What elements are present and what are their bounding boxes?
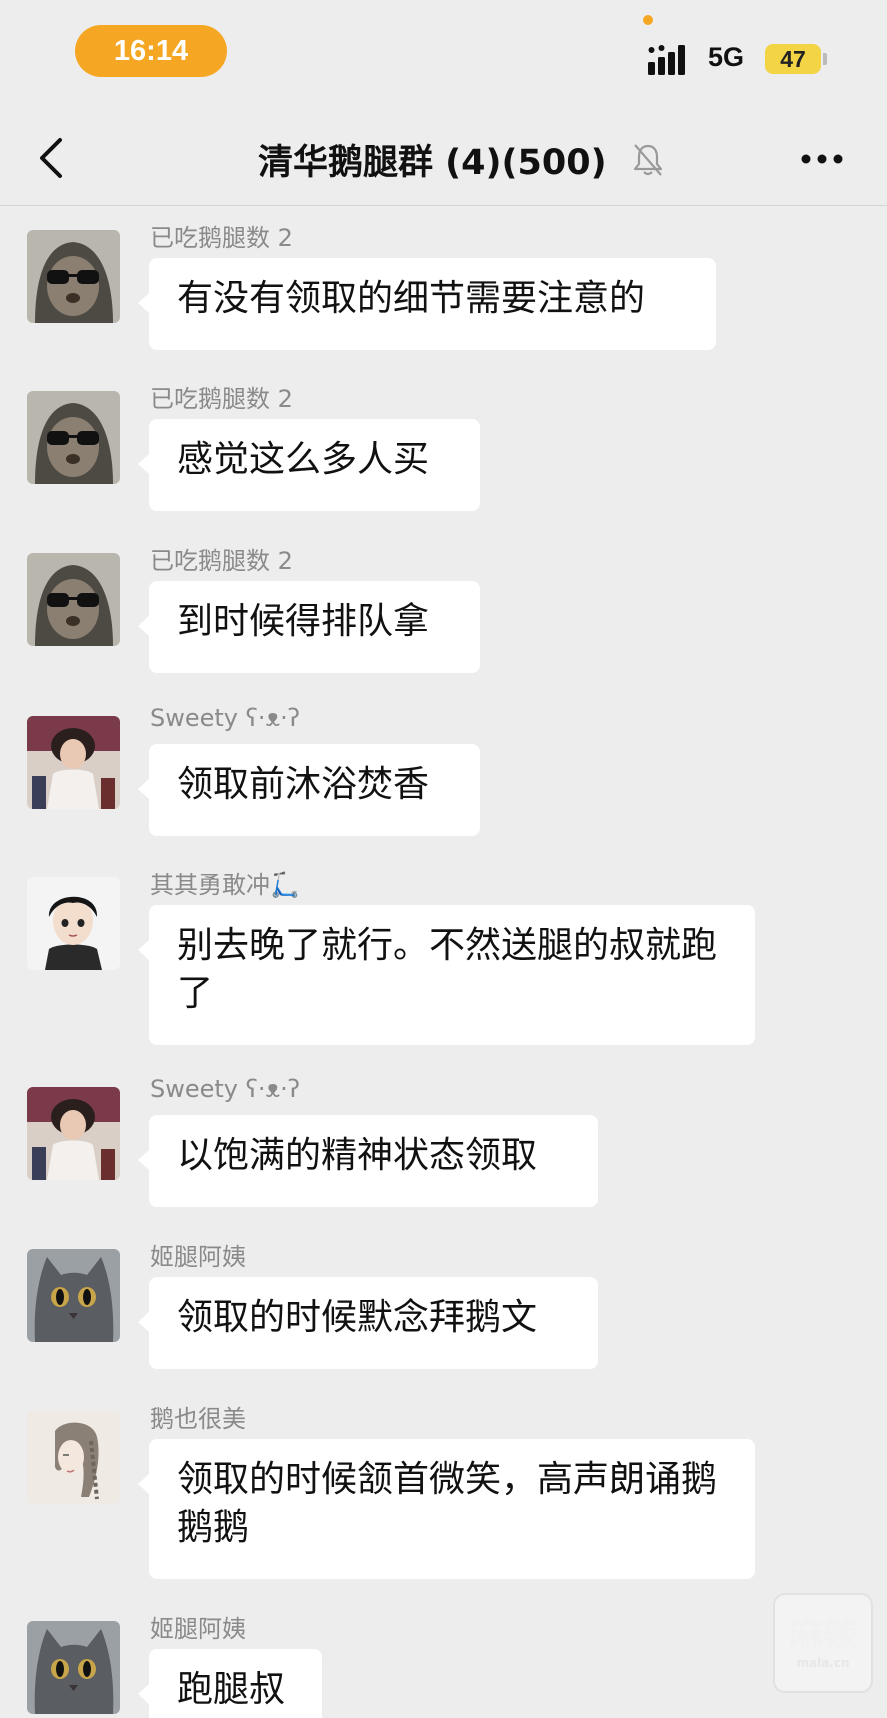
sender-name: 其其勇敢冲🛴 (150, 871, 300, 899)
message-bubble[interactable]: 感觉这么多人买 (138, 419, 480, 511)
watermark-text: 麻辣 (789, 1616, 857, 1656)
status-bar: 16:14 5G 47 (0, 0, 887, 110)
sunglasses-bear-avatar[interactable] (27, 553, 120, 646)
back-arrow-icon[interactable] (36, 136, 66, 180)
network-type: 5G (708, 42, 745, 72)
message-bubble[interactable]: 到时候得排队拿 (138, 581, 480, 673)
chat-header: 清华鹅腿群 (4)(500) (0, 110, 887, 206)
more-options-icon[interactable] (800, 152, 844, 166)
message-bubble[interactable]: 以饱满的精神状态领取 (138, 1115, 598, 1207)
sunglasses-bear-avatar[interactable] (27, 391, 120, 484)
message-bubble[interactable]: 跑腿叔 (138, 1649, 322, 1718)
status-time: 16:14 (75, 25, 227, 77)
site-watermark-logo: 麻辣 mala.cn (773, 1593, 873, 1693)
sunglasses-bear-avatar[interactable] (27, 230, 120, 323)
sender-name: 已吃鹅腿数 2 (150, 385, 293, 413)
sender-name: 已吃鹅腿数 2 (150, 547, 293, 575)
sender-name: Sweety ʕ·ᴥ·ʔ (150, 704, 300, 732)
girl-photo-avatar[interactable] (27, 1087, 120, 1180)
battery-indicator: 47 (765, 44, 821, 74)
sender-name: Sweety ʕ·ᴥ·ʔ (150, 1075, 300, 1103)
battery-cap (823, 53, 827, 65)
message-bubble[interactable]: 有没有领取的细节需要注意的 (138, 258, 716, 350)
message-bubble[interactable]: 领取前沐浴焚香 (138, 744, 480, 836)
sketch-girl-avatar[interactable] (27, 1411, 120, 1504)
sender-name: 姬腿阿姨 (150, 1615, 246, 1643)
grey-cat-avatar[interactable] (27, 1249, 120, 1342)
watermark-subtext: mala.cn (796, 1656, 850, 1670)
sender-name: 姬腿阿姨 (150, 1243, 246, 1271)
grey-cat-avatar[interactable] (27, 1621, 120, 1714)
cartoon-boy-avatar[interactable] (27, 877, 120, 970)
message-bubble[interactable]: 别去晚了就行。不然送腿的叔就跑了 (138, 905, 755, 1045)
girl-photo-avatar[interactable] (27, 716, 120, 809)
mute-bell-icon (633, 144, 663, 176)
sender-name: 已吃鹅腿数 2 (150, 224, 293, 252)
sender-name: 鹅也很美 (150, 1405, 246, 1433)
privacy-indicator-dot (643, 15, 653, 25)
signal-strength-icon (648, 45, 685, 75)
message-bubble[interactable]: 领取的时候默念拜鹅文 (138, 1277, 598, 1369)
chat-title: 清华鹅腿群 (4)(500) (258, 143, 607, 183)
message-bubble[interactable]: 领取的时候颔首微笑，高声朗诵鹅鹅鹅 (138, 1439, 755, 1579)
